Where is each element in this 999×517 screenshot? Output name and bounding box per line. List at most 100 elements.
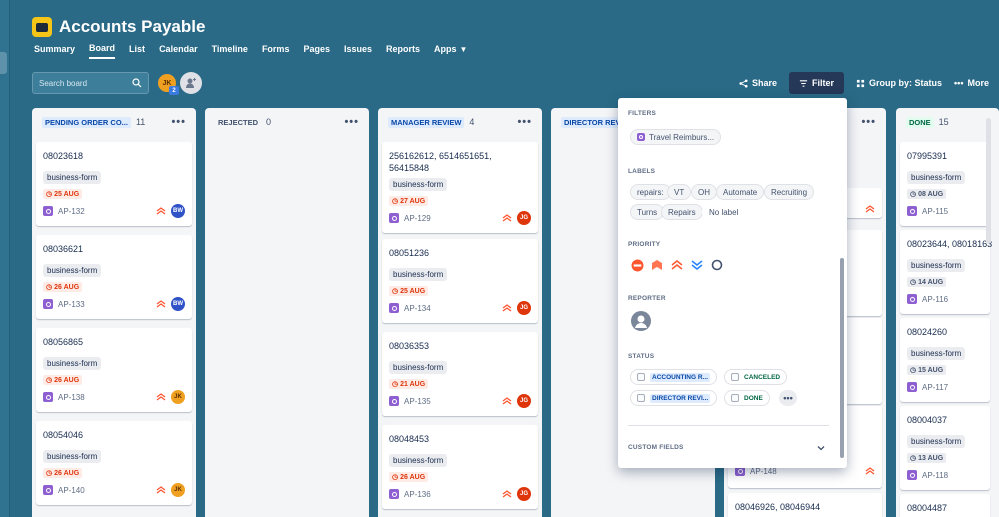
due-date-text: 25 AUG (54, 190, 80, 198)
label-chip-automate[interactable]: Automate (716, 184, 765, 200)
issue-card[interactable]: 08054046 business-form ◷ 26 AUG AP-140 JK (36, 421, 192, 505)
chevron-down-icon: ▼ (459, 44, 468, 54)
column-menu-button[interactable]: ••• (861, 116, 876, 128)
done-column-scrollbar[interactable] (986, 118, 991, 244)
assignee-avatar[interactable]: JG (517, 211, 531, 225)
search-input[interactable] (39, 78, 123, 88)
tab-list[interactable]: List (129, 43, 145, 59)
card-footer: AP-134 JG (389, 301, 531, 315)
chevron-down-icon[interactable] (817, 444, 825, 452)
column-menu-button[interactable]: ••• (517, 116, 532, 128)
due-date-badge: ◷ 26 AUG (43, 375, 83, 385)
due-date-badge: ◷ 15 AUG (907, 365, 947, 375)
assignee-avatar[interactable]: BW (171, 297, 185, 311)
column-menu-button[interactable]: ••• (171, 116, 186, 128)
issue-key: AP-117 (922, 382, 949, 392)
left-sidebar-strip[interactable] (0, 0, 10, 517)
checkbox[interactable] (637, 373, 645, 381)
reporter-avatar[interactable] (631, 311, 651, 331)
assignee-avatar[interactable]: JG (517, 487, 531, 501)
label-chip-vt[interactable]: VT (667, 184, 692, 200)
issue-card[interactable]: 08004037 business-form ◷ 13 AUG AP-118 (900, 406, 990, 490)
due-date-text: 27 AUG (400, 197, 426, 205)
status-option-done[interactable]: DONE (724, 390, 770, 406)
checkbox[interactable] (637, 394, 645, 402)
card-footer: AP-136 JG (389, 487, 531, 501)
card-title: 08023618 (43, 151, 84, 161)
assignee-avatar[interactable]: BW (171, 204, 185, 218)
share-button[interactable]: Share (739, 72, 777, 94)
assignee-avatar[interactable]: JG (517, 394, 531, 408)
priority-highest-option[interactable] (650, 258, 664, 272)
issue-type-icon (43, 299, 53, 309)
issue-card[interactable]: 07995391 business-form ◷ 08 AUG AP-115 (900, 142, 990, 226)
tab-pages[interactable]: Pages (303, 43, 330, 59)
issue-type-icon (43, 485, 53, 495)
tab-forms[interactable]: Forms (262, 43, 290, 59)
tab-reports[interactable]: Reports (386, 43, 420, 59)
avatar[interactable]: JK 2 (156, 72, 179, 95)
reporter-heading: REPORTER (628, 295, 666, 302)
priority-low-option[interactable] (690, 258, 704, 272)
priority-blocker-option[interactable] (630, 258, 644, 272)
request-type-chip[interactable]: Travel Reimburs... (630, 129, 722, 145)
column-title: MANAGER REVIEW (388, 116, 465, 128)
label-chip-recruiting[interactable]: Recruiting (764, 184, 815, 200)
more-statuses-button[interactable]: ••• (779, 390, 797, 406)
issue-card[interactable]: 08023618 business-form ◷ 25 AUG AP-132 BW (36, 142, 192, 226)
status-option-accounting[interactable]: ACCOUNTING R... (630, 369, 717, 385)
label-chip-no-label[interactable]: No label (702, 204, 746, 220)
add-people-button[interactable] (180, 72, 202, 94)
label-chip-oh[interactable]: OH (691, 184, 717, 200)
group-by-button[interactable]: Group by: Status (856, 72, 942, 94)
label-chip-repairs[interactable]: Repairs (661, 204, 703, 220)
tab-timeline[interactable]: Timeline (212, 43, 248, 59)
issue-card[interactable]: 08036353 business-form ◷ 21 AUG AP-135 JG (382, 332, 538, 416)
status-option-director[interactable]: DIRECTOR REVI... (630, 390, 718, 406)
issue-card[interactable]: 08046926, 08046944 (728, 493, 882, 517)
issue-card[interactable]: 08056865 business-form ◷ 26 AUG AP-138 JK (36, 328, 192, 412)
sidebar-collapse-handle[interactable] (0, 52, 7, 74)
status-option-canceled[interactable]: CANCELED (724, 369, 788, 385)
avatar-count-badge: 2 (169, 86, 179, 95)
priority-high-option[interactable] (670, 258, 684, 272)
column-header: MANAGER REVIEW 4 ••• (378, 108, 542, 136)
label-chip-turns[interactable]: Turns (630, 204, 665, 220)
assignee-avatar[interactable]: JK (171, 390, 185, 404)
due-date-text: 21 AUG (400, 380, 426, 388)
checkbox[interactable] (731, 373, 739, 381)
tab-apps[interactable]: Apps ▼ (434, 43, 467, 59)
priority-none-option[interactable] (710, 258, 724, 272)
label-chip-repairs-colon[interactable]: repairs: (630, 184, 671, 200)
tab-issues[interactable]: Issues (344, 43, 372, 59)
due-date-text: 08 AUG (918, 190, 944, 198)
tab-summary[interactable]: Summary (34, 43, 75, 59)
tab-calendar[interactable]: Calendar (159, 43, 198, 59)
issue-key: AP-133 (58, 299, 85, 309)
issue-card[interactable]: 08051236 business-form ◷ 25 AUG AP-134 JG (382, 239, 538, 323)
issue-card[interactable]: 08036621 business-form ◷ 26 AUG AP-133 BW (36, 235, 192, 319)
issue-card[interactable]: 08004487 (900, 494, 990, 517)
column-menu-button[interactable]: ••• (344, 116, 359, 128)
due-date-text: 26 AUG (54, 283, 80, 291)
custom-fields-heading[interactable]: CUSTOM FIELDS (628, 444, 684, 451)
card-title: 08036621 (43, 244, 84, 254)
issue-type-icon (907, 206, 917, 216)
card-label: business-form (43, 357, 102, 370)
filter-panel-scrollbar[interactable] (840, 258, 844, 458)
card-label: business-form (907, 435, 966, 448)
issue-card[interactable]: 08048453 business-form ◷ 26 AUG AP-136 JG (382, 425, 538, 509)
issue-card[interactable]: 08024260 business-form ◷ 15 AUG AP-117 (900, 318, 990, 402)
tab-board[interactable]: Board (89, 43, 116, 59)
checkbox[interactable] (731, 394, 739, 402)
filter-button[interactable]: Filter (789, 72, 845, 94)
search-box[interactable] (32, 72, 149, 94)
priority-high-icon (156, 393, 166, 401)
assignee-avatar[interactable]: JG (517, 301, 531, 315)
more-button[interactable]: ••• More (954, 72, 989, 94)
assignee-avatar[interactable]: JK (171, 483, 185, 497)
issue-card[interactable]: 256162612, 6514651651, 56415848 business… (382, 142, 538, 233)
priority-high-icon (502, 490, 512, 498)
card-label: business-form (43, 450, 102, 463)
issue-card[interactable]: 08023644, 08018163 business-form ◷ 14 AUG… (900, 230, 992, 314)
